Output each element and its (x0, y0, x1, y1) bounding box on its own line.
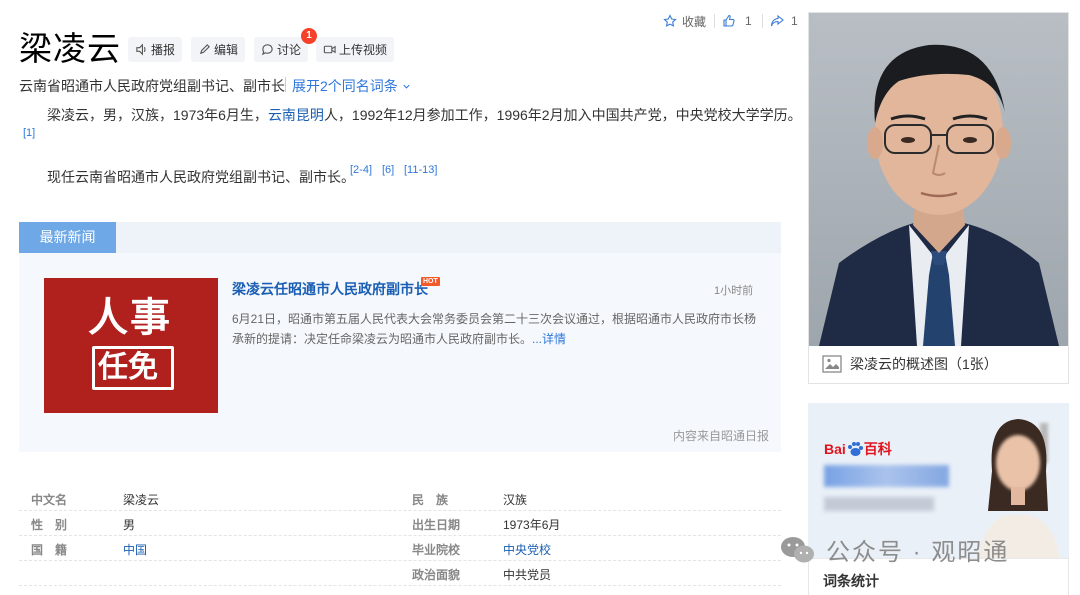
divider (762, 14, 763, 28)
info-label: 毕业院校 (412, 543, 461, 557)
news-header-strip (116, 222, 781, 253)
comment-icon (261, 44, 273, 56)
edit-label: 编辑 (214, 43, 239, 57)
share-icon (770, 14, 784, 27)
info-label: 出生日期 (412, 518, 461, 532)
reference-link[interactable]: [11-13] (404, 164, 437, 176)
reference-link[interactable]: [6] (382, 164, 394, 176)
summary-paragraph-2: 现任云南省昭通市人民政府党组副书记、副市长。 (47, 169, 355, 185)
video-icon (323, 45, 336, 54)
kunming-link[interactable]: 云南昆明 (268, 107, 324, 123)
entry-stats-title: 词条统计 (823, 573, 879, 589)
photo-caption-text: 梁凌云的概述图（1张） (850, 356, 998, 372)
portrait-photo[interactable] (809, 13, 1068, 346)
summary-text: 人，1992年12月参加工作，1996年2月加入中国共产党，中央党校大学学历。 (323, 107, 802, 123)
baike-logo-text: Bai (824, 441, 846, 457)
page-title: 梁凌云 (19, 30, 121, 67)
news-source: 内容来自昭通日报 (673, 429, 770, 443)
info-label: 政治面貌 (412, 568, 461, 582)
edit-button[interactable]: 编辑 (191, 37, 246, 62)
info-value-link[interactable]: 中央党校 (503, 541, 551, 558)
watermark-text: 公众号 · 观昭通 (826, 539, 1010, 566)
divider (285, 77, 286, 92)
blurred-headline (824, 465, 949, 487)
thumbnail-text-bottom: 任免 (98, 350, 158, 385)
news-body-text: 6月21日，昭通市第五届人民代表大会常务委员会第二十三次会议通过，根据昭通市人民… (232, 312, 757, 346)
info-value: 梁凌云 (123, 493, 160, 507)
like-count: 1 (745, 14, 752, 28)
broadcast-label: 播报 (151, 43, 176, 57)
thumbnail-text-top: 人事 (88, 294, 172, 341)
upload-video-button[interactable]: 上传视频 (316, 37, 395, 62)
wechat-watermark: 公众号 · 观昭通 (780, 532, 1009, 567)
favorite-button[interactable]: 收藏 (663, 12, 706, 30)
info-value: 中共党员 (503, 568, 552, 582)
info-label: 中文名 (31, 493, 68, 507)
news-thumbnail[interactable]: 人事 任免 (44, 278, 218, 413)
info-row: 性 别 男 出生日期 1973年6月 (19, 511, 781, 536)
summary-text: 梁凌云，男，汉族，1973年6月生， (47, 107, 268, 123)
info-value: 汉族 (503, 493, 528, 507)
info-label: 国 籍 (31, 543, 68, 557)
divider (714, 14, 715, 28)
photo-caption[interactable]: 梁凌云的概述图（1张） (822, 354, 998, 374)
reference-link[interactable]: [1] (23, 127, 35, 139)
chevron-down-icon (403, 84, 410, 89)
wechat-icon (781, 536, 814, 562)
news-time: 1小时前 (714, 285, 754, 297)
news-body: 6月21日，昭通市第五届人民代表大会常务委员会第二十三次会议通过，根据昭通市人民… (232, 309, 757, 349)
blurred-subline (824, 497, 934, 511)
image-icon (822, 355, 842, 373)
reference-link[interactable]: [2-4] (350, 164, 372, 176)
favorite-label: 收藏 (682, 14, 707, 29)
info-value: 男 (123, 518, 136, 532)
thumbs-up-icon (723, 14, 735, 27)
summary-paragraph-1: 梁凌云，男，汉族，1973年6月生，云南昆明人，1992年12月参加工作，199… (47, 105, 802, 125)
expand-label: 展开2个同名词条 (292, 78, 398, 94)
hot-badge: HOT (421, 277, 440, 286)
info-row: 政治面貌 中共党员 (19, 561, 781, 586)
share-count: 1 (791, 14, 798, 28)
portrait-illustration (819, 44, 1059, 346)
info-label: 性 别 (31, 518, 68, 532)
discuss-count-badge: 1 (301, 28, 317, 44)
page-subtitle: 云南省昭通市人民政府党组副书记、副市长 (19, 78, 285, 94)
tab-latest-news[interactable]: 最新新闻 (19, 222, 116, 253)
discuss-button[interactable]: 讨论 (254, 37, 309, 62)
speaker-icon (136, 43, 146, 56)
expand-homonyms-link[interactable]: 展开2个同名词条 (292, 76, 411, 96)
info-value-link[interactable]: 中国 (123, 541, 147, 558)
news-more-link[interactable]: ...详情 (532, 332, 566, 346)
pencil-icon (199, 44, 210, 55)
baike-logo-text: 百科 (863, 441, 892, 457)
star-icon (663, 14, 677, 27)
paw-icon (847, 442, 863, 456)
info-label: 民 族 (412, 493, 449, 507)
share-button[interactable]: 1 (770, 12, 798, 30)
info-row: 国 籍 中国 毕业院校 中央党校 (19, 536, 781, 561)
upload-video-label: 上传视频 (339, 43, 388, 57)
news-title-link[interactable]: 梁凌云任昭通市人民政府副市长 (232, 279, 428, 299)
info-row: 中文名 梁凌云 民 族 汉族 (19, 486, 781, 511)
like-button[interactable]: 1 (722, 12, 752, 30)
baike-logo: Bai 百科 (824, 439, 892, 459)
info-value: 1973年6月 (503, 518, 561, 532)
discuss-label: 讨论 (277, 43, 302, 57)
broadcast-button[interactable]: 播报 (128, 37, 183, 62)
